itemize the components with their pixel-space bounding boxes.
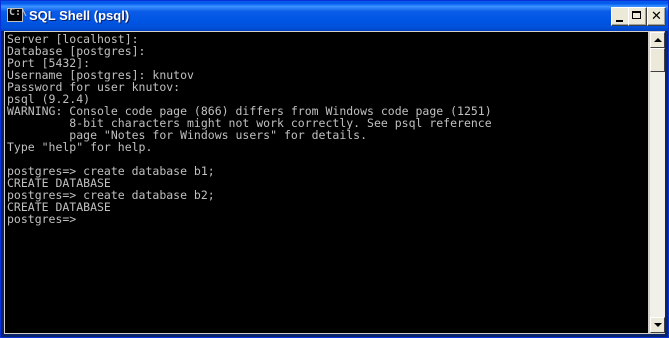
close-button[interactable]: ✕ <box>647 7 666 26</box>
scroll-down-arrow-icon <box>654 323 662 327</box>
minimize-icon <box>616 20 623 22</box>
scroll-up-button[interactable] <box>650 32 665 48</box>
console-window: C:\ SQL Shell (psql) ✕ Server [localhost… <box>0 0 669 338</box>
vertical-scrollbar[interactable] <box>649 32 665 333</box>
console-output[interactable]: Server [localhost]: Database [postgres]: P… <box>5 32 648 333</box>
console-app-icon-glyph: C:\ <box>9 7 28 18</box>
console-app-icon[interactable]: C:\ <box>7 7 27 22</box>
maximize-icon <box>632 11 641 19</box>
title-bar[interactable]: C:\ SQL Shell (psql) ✕ <box>1 1 668 31</box>
scroll-up-arrow-icon <box>654 38 662 42</box>
maximize-button[interactable] <box>628 7 647 26</box>
client-area: Server [localhost]: Database [postgres]: P… <box>4 31 665 334</box>
console-line: Type "help" for help. <box>7 140 153 154</box>
console-line: postgres=> <box>7 212 77 226</box>
scroll-down-button[interactable] <box>650 317 665 333</box>
scroll-thumb[interactable] <box>650 48 665 72</box>
window-title: SQL Shell (psql) <box>29 8 130 23</box>
close-icon: ✕ <box>651 9 662 24</box>
